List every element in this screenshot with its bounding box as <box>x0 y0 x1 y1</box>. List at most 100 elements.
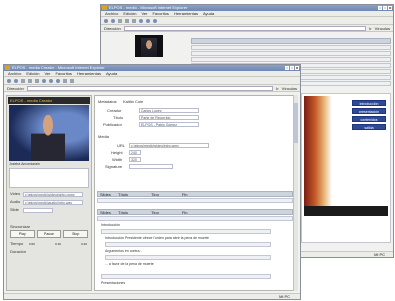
back-row-1 <box>191 45 391 50</box>
play-button[interactable]: Play <box>10 230 35 238</box>
back-slides-header <box>191 38 391 44</box>
back-address-bar: Dirección Ir Vínculos <box>101 25 393 32</box>
signature-field[interactable] <box>129 164 173 169</box>
exit-button[interactable]: salida <box>352 124 386 130</box>
menu-favoritos[interactable]: Favoritos <box>55 71 71 76</box>
back-arrow-icon[interactable] <box>7 78 11 83</box>
signature-label: Signature <box>105 164 123 169</box>
publisher-label: Publicador <box>103 122 122 127</box>
menu-ayuda[interactable]: Ayuda <box>106 71 117 76</box>
front-scrollbar[interactable] <box>293 95 298 291</box>
video-path-field[interactable]: c:\elpos\medio\videos\intro.wmv <box>23 192 83 197</box>
tree-item-4[interactable]: ... a favor de la pena de muerte <box>105 262 154 266</box>
maximize-icon[interactable] <box>290 66 294 70</box>
contents-button[interactable]: contenidos <box>352 116 386 122</box>
menu-ver[interactable]: Ver <box>44 71 50 76</box>
tree-row-3[interactable] <box>105 255 271 260</box>
back-arrow-icon[interactable] <box>104 18 108 23</box>
front-toolbar <box>4 77 300 85</box>
menu-ayuda[interactable]: Ayuda <box>203 11 214 16</box>
front-window-titlebar[interactable]: ELPOS - media Creator - Microsoft Intern… <box>4 65 300 71</box>
front-address-bar: Dirección Ir Vínculos <box>4 85 300 92</box>
creator-field[interactable]: Carlos Lopez <box>139 108 199 113</box>
back-row-2 <box>191 51 391 56</box>
title-field[interactable]: Parte de Recorrido <box>139 115 199 120</box>
slide-row[interactable] <box>97 216 293 221</box>
back-content-panel: introducción presentación contenidos sal… <box>301 93 391 243</box>
slide-field[interactable] <box>23 208 53 213</box>
menu-edicion[interactable]: Edición <box>26 71 39 76</box>
time-tick-1: 0:00 <box>29 242 35 246</box>
menu-herramientas[interactable]: Herramientas <box>174 11 198 16</box>
slide-row[interactable] <box>97 198 293 203</box>
presentation-button[interactable]: presentación <box>352 108 386 114</box>
menu-archivo[interactable]: Archivo <box>105 11 118 16</box>
url-field[interactable]: c:\elpos\medio\video\intro.wmv <box>129 143 209 148</box>
tree-row-4[interactable] <box>101 274 271 279</box>
slides-header-2: Slides Título Tipo Fin <box>97 209 293 215</box>
tree-row-2[interactable] <box>105 242 271 247</box>
time-tick-2: 0:10 <box>55 242 61 246</box>
menu-ver[interactable]: Ver <box>141 11 147 16</box>
print-icon[interactable] <box>70 78 74 83</box>
menu-archivo[interactable]: Archivo <box>8 71 21 76</box>
stop-icon[interactable] <box>118 18 122 23</box>
links-label[interactable]: Vínculos <box>375 26 390 31</box>
forward-arrow-icon[interactable] <box>14 78 18 83</box>
slide-label: Slide <box>10 207 19 212</box>
maximize-icon[interactable] <box>383 6 387 10</box>
mail-icon[interactable] <box>63 78 67 83</box>
minimize-icon[interactable] <box>285 66 289 70</box>
menu-favoritos[interactable]: Favoritos <box>152 11 168 16</box>
back-row-3 <box>191 57 391 62</box>
height-label: Height <box>111 150 123 155</box>
address-input[interactable] <box>26 85 274 91</box>
media-icon[interactable] <box>56 78 60 83</box>
height-field[interactable]: 240 <box>129 150 141 155</box>
caption-area <box>9 168 89 188</box>
back-banner-text: Fram Gelny <box>322 218 353 224</box>
go-button[interactable]: Ir <box>369 26 371 31</box>
forward-arrow-icon[interactable] <box>111 18 115 23</box>
tree-item-2[interactable]: Introducción Presidente ofrece l'orden p… <box>105 236 209 240</box>
stop-icon[interactable] <box>21 78 25 83</box>
front-status-text: Mi PC <box>279 294 290 299</box>
minimize-icon[interactable] <box>378 6 382 10</box>
audio-path-field[interactable]: c:\elpos\medio\audio\intro.wav <box>23 200 83 205</box>
menu-edicion[interactable]: Edición <box>123 11 136 16</box>
menu-herramientas[interactable]: Herramientas <box>77 71 101 76</box>
url-label: URL <box>117 143 126 148</box>
footer-item[interactable]: Presentaciones <box>101 281 125 285</box>
pause-button[interactable]: Pause <box>36 230 62 238</box>
stop-button[interactable]: Stop <box>63 230 89 238</box>
presenter-figure <box>141 38 157 57</box>
favorites-icon[interactable] <box>146 18 150 23</box>
time-label: Tiempo <box>10 241 24 246</box>
address-input[interactable] <box>123 25 367 31</box>
intro-button[interactable]: introducción <box>352 100 386 106</box>
back-content-image <box>304 96 332 206</box>
audio-label: Audio <box>10 199 21 204</box>
close-icon[interactable] <box>388 6 392 10</box>
home-icon[interactable] <box>132 18 136 23</box>
slides-header-1: Slides Título Tipo Fin <box>97 191 293 197</box>
refresh-icon[interactable] <box>28 78 32 83</box>
author-value: Kaitlin Cole <box>123 99 144 104</box>
scrollbar-thumb[interactable] <box>294 103 298 143</box>
favorites-icon[interactable] <box>49 78 53 83</box>
publisher-field[interactable]: ELPOS - Pablo Gómez <box>139 122 199 127</box>
home-icon[interactable] <box>35 78 39 83</box>
tree-item-1[interactable]: Introducción <box>101 223 120 227</box>
links-label[interactable]: Vínculos <box>282 86 297 91</box>
tree-row-1[interactable] <box>101 229 271 234</box>
back-window-titlebar[interactable]: ELPOS - medio - Microsoft Internet Explo… <box>101 5 393 11</box>
go-button[interactable]: Ir <box>276 86 278 91</box>
media-icon[interactable] <box>153 18 157 23</box>
refresh-icon[interactable] <box>125 18 129 23</box>
video-player[interactable] <box>9 105 89 161</box>
tree-item-3[interactable]: Argumentos en contra... <box>105 249 142 253</box>
width-field[interactable]: 320 <box>129 157 141 162</box>
close-icon[interactable] <box>295 66 299 70</box>
search-icon[interactable] <box>139 18 143 23</box>
search-icon[interactable] <box>42 78 46 83</box>
